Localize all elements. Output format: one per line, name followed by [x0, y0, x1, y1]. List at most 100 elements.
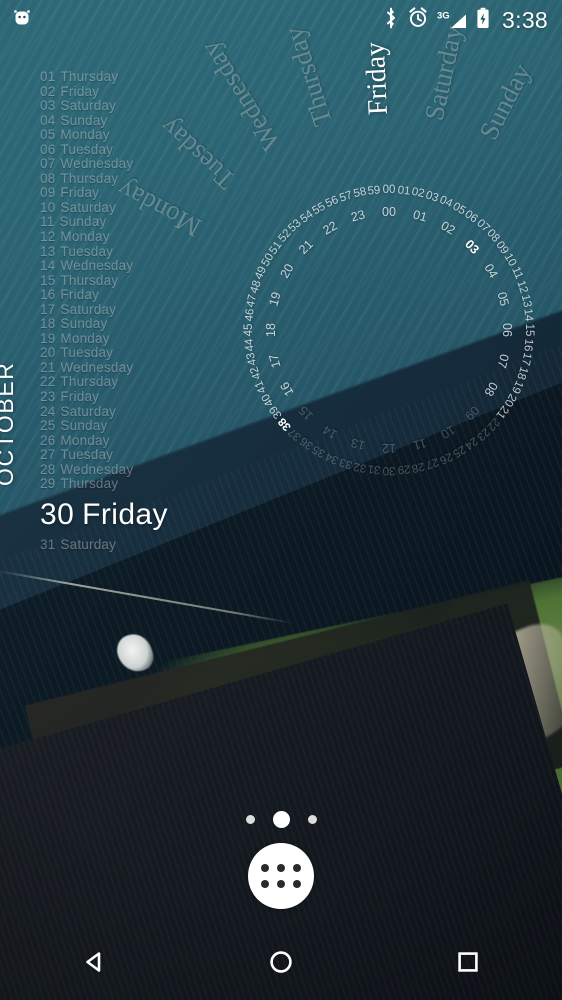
drawer-dot	[261, 864, 269, 872]
calendar-day-number: 05	[40, 127, 56, 143]
calendar-day-name: Sunday	[60, 112, 108, 128]
back-button[interactable]	[58, 928, 130, 1000]
calendar-day-row[interactable]: 20 Tuesday	[40, 346, 168, 361]
drawer-dot	[293, 864, 301, 872]
calendar-day-list[interactable]: 01 Thursday 02 Friday 03 Saturday 04 Sunday 05 Mo…	[40, 69, 168, 553]
calendar-day-row[interactable]: 08 Thursday	[40, 171, 168, 187]
navigation-bar[interactable]	[0, 928, 562, 1000]
calendar-day-number: 09	[40, 185, 56, 201]
recent-apps-button[interactable]	[432, 928, 504, 1000]
calendar-month-label: OCTOBER	[0, 361, 18, 486]
calendar-day-row[interactable]: 15 Thursday	[40, 272, 168, 289]
page-dot-active[interactable]	[272, 811, 290, 828]
calendar-day-number: 11	[40, 214, 55, 230]
calendar-day-row[interactable]: 16 Friday	[40, 287, 168, 303]
calendar-day-number: 14	[40, 258, 56, 274]
calendar-day-name: Saturday	[60, 199, 117, 215]
calendar-day-row[interactable]: 22 Thursday	[40, 375, 168, 390]
calendar-day-row[interactable]: 12 Monday	[40, 229, 168, 245]
bluetooth-icon	[383, 7, 399, 34]
battery-charging-icon	[476, 7, 490, 34]
drawer-dot	[277, 864, 285, 872]
app-drawer-button[interactable]	[248, 843, 314, 909]
calendar-day-name: Wednesday	[60, 461, 134, 477]
drawer-dot	[277, 880, 285, 888]
status-bar-notifications[interactable]	[12, 8, 32, 33]
calendar-day-number: 04	[40, 112, 56, 128]
calendar-day-today[interactable]: 30 Friday	[40, 492, 168, 538]
calendar-day-number: 01	[40, 69, 56, 84]
calendar-day-name: Saturday	[60, 403, 117, 419]
calendar-day-name: Sunday	[60, 316, 108, 332]
calendar-day-name: Wednesday	[60, 156, 134, 172]
recents-square-icon	[452, 946, 484, 983]
calendar-day-row[interactable]: 17 Saturday	[40, 301, 168, 318]
calendar-day-row[interactable]: 18 Sunday	[40, 317, 168, 332]
calendar-day-row[interactable]: 28 Wednesday	[40, 461, 168, 478]
calendar-day-number: 28	[40, 461, 56, 477]
calendar-day-row[interactable]: 11 Sunday	[40, 215, 168, 230]
calendar-day-number: 26	[40, 432, 56, 448]
calendar-day-row[interactable]: 05 Monday	[40, 127, 168, 143]
calendar-day-row[interactable]: 14 Wednesday	[40, 258, 168, 274]
calendar-day-number: 18	[40, 316, 56, 332]
calendar-day-row[interactable]: 04 Sunday	[40, 112, 168, 129]
calendar-day-row[interactable]: 27 Tuesday	[40, 447, 168, 463]
page-dot[interactable]	[307, 815, 317, 824]
calendar-day-row[interactable]: 23 Friday	[40, 389, 168, 405]
calendar-day-number: 24	[40, 403, 56, 419]
calendar-day-name: Tuesday	[60, 141, 114, 157]
status-bar-clock: 3:38	[502, 6, 548, 33]
calendar-day-number: 15	[40, 272, 56, 288]
calendar-day-row[interactable]: 01 Thursday	[40, 69, 168, 85]
calendar-day-number: 12	[40, 229, 56, 245]
calendar-day-row[interactable]: 19 Monday	[40, 330, 168, 347]
calendar-day-name: Monday	[60, 127, 110, 143]
calendar-day-row[interactable]: 09 Friday	[40, 186, 168, 201]
calendar-day-number: 22	[40, 374, 56, 390]
calendar-day-number: 19	[40, 330, 56, 346]
drawer-dot	[261, 880, 269, 888]
calendar-day-row[interactable]: 24 Saturday	[40, 403, 168, 420]
status-bar-system-icons[interactable]: 3G 3:38	[383, 7, 548, 34]
calendar-day-number: 07	[40, 156, 56, 172]
calendar-day-row[interactable]: 03 Saturday	[40, 98, 168, 114]
calendar-day-number: 17	[40, 301, 56, 317]
drawer-dot	[293, 880, 301, 888]
calendar-day-name: Monday	[60, 330, 110, 346]
signal-network-label: 3G	[437, 11, 450, 22]
page-indicator[interactable]	[0, 811, 562, 828]
android-home-screen: 3G 3:38 01 Thursday 02 Friday 03 Saturday 04 Su…	[0, 0, 562, 1000]
calendar-day-name: Friday	[60, 83, 100, 99]
calendar-day-number: 23	[40, 389, 56, 405]
calendar-day-row[interactable]: 31 Saturday	[40, 536, 168, 553]
calendar-day-row[interactable]: 07 Wednesday	[40, 157, 168, 172]
calendar-day-row[interactable]: 29 Thursday	[40, 477, 168, 492]
signal-3g-icon: 3G	[437, 9, 467, 31]
calendar-day-number: 02	[40, 83, 56, 99]
home-circle-icon	[265, 946, 297, 983]
calendar-day-name: Wednesday	[60, 359, 134, 375]
calendar-day-name: Saturday	[60, 536, 117, 552]
calendar-day-row[interactable]: 26 Monday	[40, 432, 168, 449]
page-dot[interactable]	[245, 815, 255, 824]
calendar-day-name: Friday	[60, 389, 100, 405]
calendar-day-row[interactable]: 06 Tuesday	[40, 141, 168, 158]
home-button[interactable]	[245, 928, 317, 1000]
calendar-day-row[interactable]: 25 Sunday	[40, 418, 168, 434]
calendar-day-name: Friday	[60, 185, 100, 201]
calendar-day-name: Thursday	[60, 374, 119, 390]
calendar-day-name: Tuesday	[60, 345, 114, 361]
calendar-day-name: Tuesday	[60, 447, 114, 463]
calendar-day-name: Monday	[60, 432, 110, 448]
calendar-day-row[interactable]: 02 Friday	[40, 83, 168, 100]
calendar-day-row[interactable]: 10 Saturday	[40, 199, 168, 216]
calendar-day-name: Friday	[60, 287, 100, 303]
status-bar[interactable]: 3G 3:38	[0, 0, 562, 40]
calendar-day-row[interactable]: 13 Tuesday	[40, 244, 168, 260]
calendar-day-number: 30	[40, 497, 75, 531]
calendar-day-name: Friday	[82, 497, 168, 531]
calendar-day-row[interactable]: 21 Wednesday	[40, 359, 168, 376]
calendar-day-name: Saturday	[60, 98, 117, 114]
calendar-day-number: 27	[40, 447, 56, 463]
